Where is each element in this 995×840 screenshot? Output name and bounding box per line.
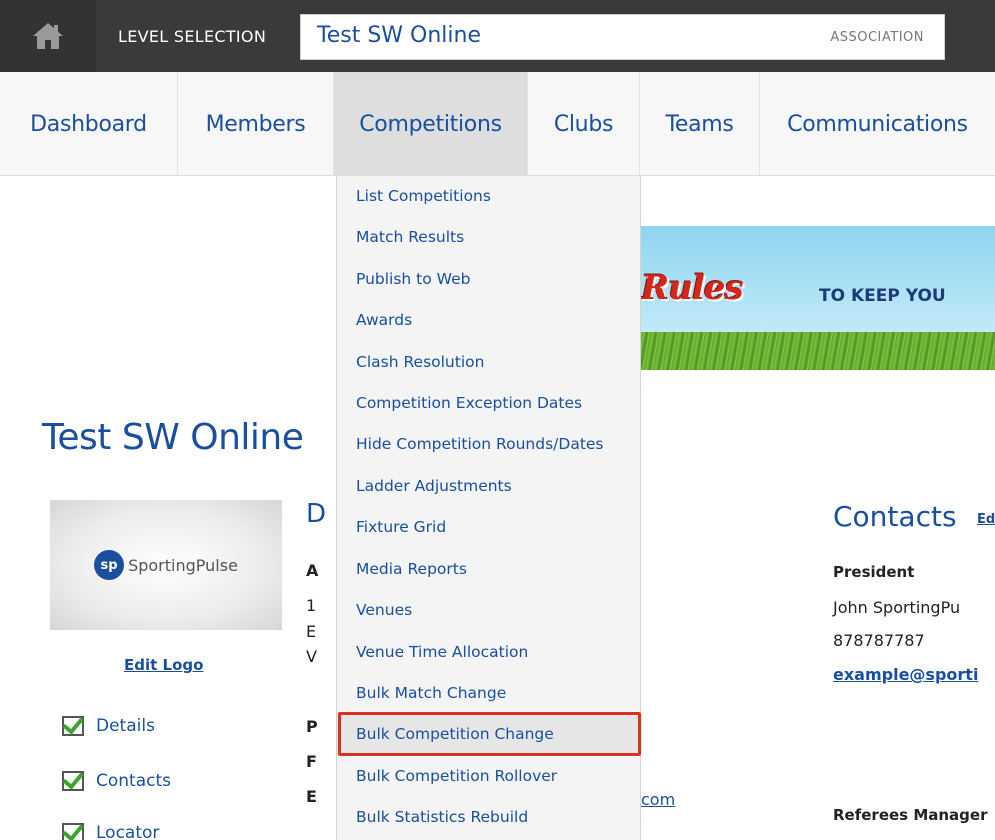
highlight-outline xyxy=(338,712,641,756)
nav-teams[interactable]: Teams xyxy=(640,72,760,176)
banner-tagline: TO KEEP YOU xyxy=(819,286,946,306)
menu-item-venues[interactable]: Venues xyxy=(337,590,642,630)
details-fragment: P xyxy=(306,717,318,736)
details-fragment: E xyxy=(306,622,317,641)
logo-mark: sp xyxy=(94,550,125,580)
details-email-link[interactable]: com xyxy=(641,790,675,809)
contact-phone: 878787787 xyxy=(833,631,925,650)
menu-item-clash-resolution[interactable]: Clash Resolution xyxy=(337,342,642,382)
checklist-label: Details xyxy=(96,716,155,736)
checkmark-icon xyxy=(62,716,84,736)
details-fragment: E xyxy=(306,787,317,806)
banner-brand: Rules xyxy=(641,268,744,308)
level-name: Test SW Online xyxy=(317,23,481,48)
nav-clubs[interactable]: Clubs xyxy=(528,72,640,176)
checklist-details[interactable]: Details xyxy=(62,711,155,741)
contact-name: John SportingPu xyxy=(833,598,961,617)
contacts-heading: Contacts xyxy=(833,500,957,533)
page-title: Test SW Online xyxy=(42,417,304,458)
level-selection-button[interactable]: LEVEL SELECTION xyxy=(96,0,300,72)
checklist-label: Contacts xyxy=(96,771,171,791)
menu-item-awards[interactable]: Awards xyxy=(337,300,642,340)
menu-item-media-reports[interactable]: Media Reports xyxy=(337,549,642,589)
menu-item-bulk-statistics-rebuild[interactable]: Bulk Statistics Rebuild xyxy=(337,797,642,837)
menu-item-bulk-match-change[interactable]: Bulk Match Change xyxy=(337,673,642,713)
contact-role: President xyxy=(833,563,915,581)
menu-item-list-competitions[interactable]: List Competitions xyxy=(337,176,642,216)
menu-item-competition-exception-dates[interactable]: Competition Exception Dates xyxy=(337,383,642,423)
menu-item-bulk-competition-rollover[interactable]: Bulk Competition Rollover xyxy=(337,756,642,796)
nav-members[interactable]: Members xyxy=(178,72,334,176)
menu-item-fixture-grid[interactable]: Fixture Grid xyxy=(337,507,642,547)
details-fragment: A xyxy=(306,561,319,580)
details-heading: D xyxy=(306,499,327,529)
home-icon xyxy=(33,23,63,49)
menu-item-hide-competition-rounds[interactable]: Hide Competition Rounds/Dates xyxy=(337,424,642,464)
edit-logo-link[interactable]: Edit Logo xyxy=(124,656,203,674)
menu-item-publish-to-web[interactable]: Publish to Web xyxy=(337,259,642,299)
contacts-edit-link[interactable]: Ed xyxy=(977,512,995,527)
banner-grass xyxy=(641,332,995,370)
organisation-logo: sp SportingPulse xyxy=(50,500,282,630)
home-button[interactable] xyxy=(0,0,96,72)
checklist-contacts[interactable]: Contacts xyxy=(62,766,171,796)
level-selector[interactable]: Test SW Online ASSOCIATION xyxy=(300,14,945,60)
menu-item-ladder-adjustments[interactable]: Ladder Adjustments xyxy=(337,466,642,506)
banner-ad[interactable]: Rules TO KEEP YOU xyxy=(641,226,995,370)
checkmark-icon xyxy=(62,771,84,791)
menu-item-venue-time-allocation[interactable]: Venue Time Allocation xyxy=(337,632,642,672)
checkmark-icon xyxy=(62,823,84,840)
checklist-locator[interactable]: Locator xyxy=(62,818,159,840)
top-bar: LEVEL SELECTION Test SW Online ASSOCIATI… xyxy=(0,0,995,72)
details-fragment: V xyxy=(306,647,317,666)
contact-role-referees: Referees Manager xyxy=(833,806,988,824)
level-type: ASSOCIATION xyxy=(830,30,924,45)
details-fragment: 1 xyxy=(306,596,317,615)
logo-text: SportingPulse xyxy=(128,555,238,575)
nav-competitions[interactable]: Competitions xyxy=(334,72,528,176)
main-nav: Dashboard Members Competitions Clubs Tea… xyxy=(0,72,995,176)
details-fragment: F xyxy=(306,752,317,771)
menu-item-match-results[interactable]: Match Results xyxy=(337,217,642,257)
contact-email-link[interactable]: example@sporti xyxy=(833,665,978,684)
checklist-label: Locator xyxy=(96,823,160,840)
nav-communications[interactable]: Communications xyxy=(760,72,995,176)
nav-dashboard[interactable]: Dashboard xyxy=(0,72,178,176)
